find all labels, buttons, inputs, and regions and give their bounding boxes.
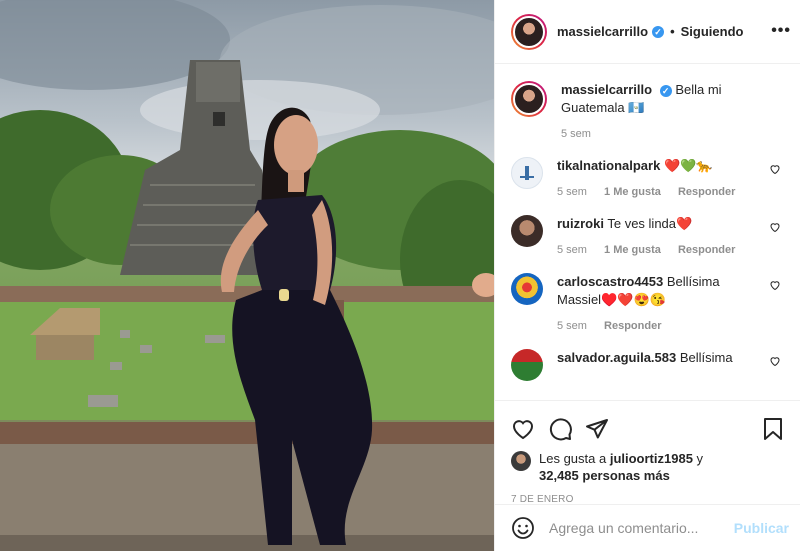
post-side-panel: massielcarrillo ✓ • Siguiendo ••• massie…	[494, 0, 800, 551]
comment-meta: 5 sem 1 Me gusta Responder	[557, 241, 763, 259]
liker-username[interactable]: julioortiz1985	[610, 451, 693, 466]
avatar[interactable]	[511, 349, 543, 381]
comment-username[interactable]: salvador.aguila.583	[557, 350, 676, 365]
emoji-icon[interactable]	[511, 516, 535, 540]
publish-button[interactable]: Publicar	[734, 520, 789, 536]
like-heart-icon[interactable]	[511, 417, 535, 441]
list-item: ruizroki Te ves linda❤️ 5 sem 1 Me gusta…	[511, 215, 785, 259]
avatar[interactable]	[511, 13, 547, 50]
avatar-image	[513, 83, 545, 115]
post-photo-illustration	[0, 0, 494, 551]
comment-likes[interactable]: 1 Me gusta	[604, 244, 661, 256]
liker-avatar[interactable]	[511, 451, 531, 471]
park-logo-icon	[520, 166, 534, 180]
likes-prefix: Les gusta a	[539, 451, 607, 466]
caption-username[interactable]: massielcarrillo	[561, 82, 652, 97]
reply-button[interactable]: Responder	[678, 244, 735, 256]
comment-username[interactable]: ruizroki	[557, 216, 604, 231]
comment-meta: 5 sem Responder	[557, 317, 763, 335]
list-item: carloscastro4453 Bellísima Massiel♥️❤️😍😘…	[511, 273, 785, 335]
caption-body: massielcarrillo ✓ Bella mi Guatemala 🇬🇹 …	[561, 81, 785, 143]
post-header: massielcarrillo ✓ • Siguiendo •••	[495, 0, 800, 64]
avatar[interactable]	[511, 81, 547, 117]
caption-meta: 5 sem	[561, 125, 763, 143]
comment-bubble-icon[interactable]	[549, 417, 573, 441]
following-button[interactable]: Siguiendo	[681, 24, 744, 39]
comment-time[interactable]: 5 sem	[557, 320, 587, 332]
comment-input[interactable]	[549, 520, 734, 536]
caption-time[interactable]: 5 sem	[561, 128, 591, 140]
comment-likes[interactable]: 1 Me gusta	[604, 186, 661, 198]
more-horizontal-icon[interactable]: •••	[771, 22, 791, 40]
comment-body: salvador.aguila.583 Bellísima	[557, 349, 785, 381]
comment-body: carloscastro4453 Bellísima Massiel♥️❤️😍😘…	[557, 273, 785, 335]
avatar[interactable]	[511, 273, 543, 305]
avatar[interactable]	[511, 157, 543, 189]
comment-body: ruizroki Te ves linda❤️ 5 sem 1 Me gusta…	[557, 215, 785, 259]
heart-outline-icon[interactable]	[769, 163, 781, 175]
reply-button[interactable]: Responder	[604, 320, 661, 332]
heart-outline-icon[interactable]	[769, 279, 781, 291]
share-send-icon[interactable]	[585, 417, 609, 441]
caption: massielcarrillo ✓ Bella mi Guatemala 🇬🇹 …	[511, 81, 785, 143]
verified-badge-icon: ✓	[652, 25, 665, 38]
likes-conj: y	[696, 451, 704, 466]
comment-body: tikalnationalpark ❤️💚🐆 5 sem 1 Me gusta …	[557, 157, 785, 201]
post-username[interactable]: massielcarrillo	[557, 24, 648, 39]
avatar[interactable]	[511, 215, 543, 247]
save-bookmark-icon[interactable]	[761, 417, 785, 441]
likes-text: Les gusta a julioortiz1985 y 32,485 pers…	[539, 450, 703, 484]
likes-count[interactable]: 32,485 personas más	[539, 468, 670, 483]
action-icons	[511, 409, 785, 449]
list-item: salvador.aguila.583 Bellísima	[511, 349, 785, 381]
comment-text: Bellísima	[679, 350, 733, 365]
action-bar: Les gusta a julioortiz1985 y 32,485 pers…	[495, 400, 800, 505]
comments-list[interactable]: massielcarrillo ✓ Bella mi Guatemala 🇬🇹 …	[495, 65, 800, 399]
add-comment-bar: Publicar	[495, 504, 800, 551]
verified-badge-icon: ✓	[659, 84, 672, 97]
post-photo[interactable]	[0, 0, 494, 551]
likes-summary: Les gusta a julioortiz1985 y 32,485 pers…	[511, 450, 785, 484]
comment-text: ❤️💚🐆	[663, 158, 713, 173]
list-item: tikalnationalpark ❤️💚🐆 5 sem 1 Me gusta …	[511, 157, 785, 201]
separator-dot: •	[670, 24, 675, 39]
reply-button[interactable]: Responder	[678, 186, 735, 198]
heart-outline-icon[interactable]	[769, 221, 781, 233]
comment-username[interactable]: tikalnationalpark	[557, 158, 660, 173]
comment-text: Te ves linda❤️	[607, 216, 693, 231]
heart-outline-icon[interactable]	[769, 355, 781, 367]
comment-username[interactable]: carloscastro4453	[557, 274, 663, 289]
comment-meta: 5 sem 1 Me gusta Responder	[557, 183, 763, 201]
avatar-image	[513, 15, 545, 48]
comment-time[interactable]: 5 sem	[557, 186, 587, 198]
comment-time[interactable]: 5 sem	[557, 244, 587, 256]
